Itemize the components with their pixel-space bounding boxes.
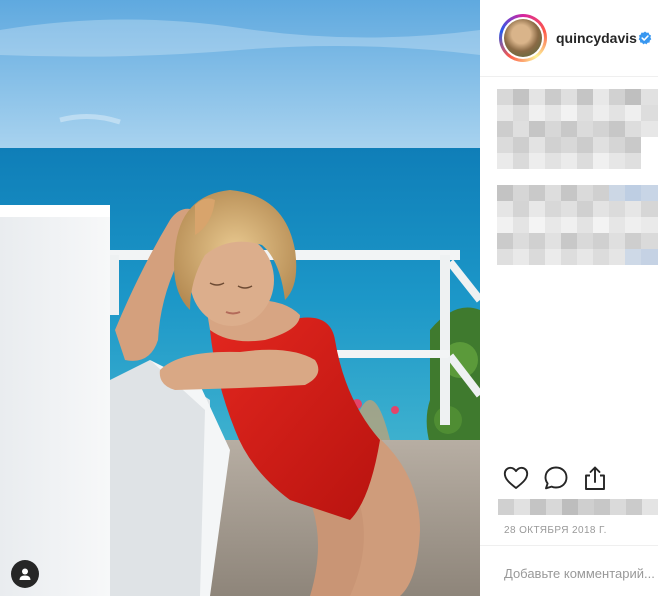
share-icon[interactable] <box>581 464 609 492</box>
comment-input[interactable] <box>504 566 658 581</box>
post-side-panel: quincydavis 28 ОКТЯБРЯ 2018 Г. Добавьте … <box>480 0 658 596</box>
action-bar <box>480 458 658 498</box>
heart-icon[interactable] <box>502 464 530 492</box>
comment-box <box>480 545 658 597</box>
avatar-image <box>504 19 542 57</box>
photo-image <box>0 0 480 596</box>
caption-pixelated <box>497 89 658 265</box>
likes-pixelated <box>498 499 658 515</box>
user-tag-icon <box>19 568 31 580</box>
post-photo[interactable] <box>0 0 480 596</box>
comment-icon[interactable] <box>542 464 570 492</box>
post-header: quincydavis <box>480 0 658 77</box>
post-date: 28 ОКТЯБРЯ 2018 Г. <box>504 525 607 536</box>
avatar[interactable] <box>499 14 547 62</box>
user-tag-button[interactable] <box>11 560 39 588</box>
username-link[interactable]: quincydavis <box>556 30 637 46</box>
verified-badge-icon <box>638 31 652 45</box>
